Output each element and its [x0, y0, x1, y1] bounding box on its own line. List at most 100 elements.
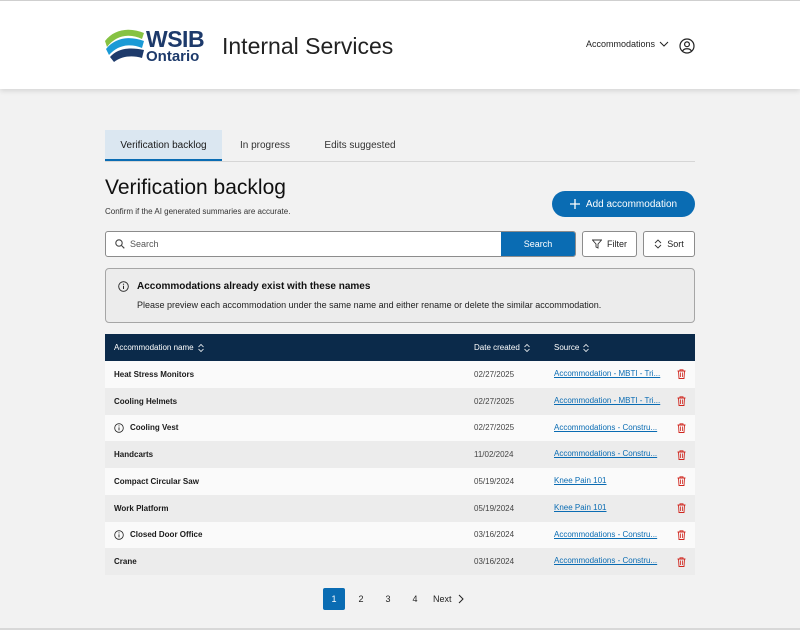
trash-icon: [677, 423, 686, 433]
accommodation-name-text: Crane: [114, 557, 137, 567]
chevron-down-icon: [659, 41, 669, 47]
sort-icon: [583, 343, 590, 352]
delete-button[interactable]: [677, 468, 686, 495]
delete-button[interactable]: [677, 415, 686, 442]
column-header-name[interactable]: Accommodation name: [114, 334, 204, 361]
trash-icon: [677, 476, 686, 487]
plus-icon: [569, 199, 580, 209]
accommodation-name-text: Handcarts: [114, 450, 154, 460]
accommodation-name: Closed Door Office: [114, 522, 202, 549]
filter-button[interactable]: Filter: [582, 231, 637, 257]
delete-button[interactable]: [677, 522, 686, 549]
sort-button[interactable]: Sort: [643, 231, 695, 257]
trash-icon: [677, 449, 686, 460]
app-title: Internal Services: [222, 33, 394, 59]
date-created: 03/16/2024: [474, 530, 515, 540]
next-page-label: Next: [433, 594, 452, 604]
tab-in-progress[interactable]: In progress: [229, 130, 301, 161]
accommodation-name-text: Closed Door Office: [130, 530, 203, 540]
date-created: 05/19/2024: [474, 476, 515, 486]
accommodation-name: Work Platform: [114, 495, 169, 522]
logo-text-ontario: Ontario: [146, 48, 200, 65]
user-account-icon[interactable]: [679, 38, 695, 54]
search-icon: [115, 239, 125, 249]
source-link[interactable]: Accommodation - MBTI - Tri...: [554, 388, 662, 415]
wsib-logo[interactable]: WSIB Ontario: [104, 27, 208, 67]
accommodation-name-text: Cooling Vest: [130, 423, 179, 433]
table-row[interactable]: Cooling Helmets 02/27/2025 Accommodation -…: [105, 387, 695, 415]
source-link[interactable]: Accommodations - Constru...: [554, 522, 662, 549]
accommodation-name-text: Work Platform: [114, 503, 169, 513]
accommodations-menu-label: Accommodations: [586, 39, 656, 49]
trash-icon: [677, 369, 686, 380]
tab-verification-backlog[interactable]: Verification backlog: [105, 130, 222, 161]
tab-edits-suggested[interactable]: Edits suggested: [317, 130, 403, 161]
column-header-date[interactable]: Date created: [474, 334, 530, 361]
accommodation-name: Cooling Helmets: [114, 388, 177, 415]
column-header-source-label: Source: [554, 343, 580, 352]
alert-body: Please preview each accommodation under …: [137, 300, 602, 310]
delete-button[interactable]: [677, 388, 686, 415]
page-title: Verification backlog: [105, 176, 286, 199]
trash-icon: [677, 530, 686, 540]
pagination: 1 2 3 4 Next: [323, 588, 464, 610]
source-link[interactable]: Knee Pain 101: [554, 468, 662, 495]
page-subtitle: Confirm if the AI generated summaries ar…: [105, 207, 291, 216]
delete-button[interactable]: [677, 548, 686, 575]
table-row[interactable]: Closed Door Office 03/16/2024 Accommodatio…: [105, 521, 695, 549]
table-row[interactable]: Work Platform 05/19/2024 Knee Pain 101: [105, 494, 695, 522]
column-header-date-label: Date created: [474, 343, 520, 352]
add-accommodation-label: Add accommodation: [585, 198, 678, 210]
filter-icon: [592, 239, 602, 249]
column-header-name-label: Accommodation name: [114, 343, 194, 352]
accommodations-menu[interactable]: Accommodations: [586, 39, 669, 49]
info-icon: [118, 281, 129, 292]
alert-title: Accommodations already exist with these …: [137, 281, 371, 292]
delete-button[interactable]: [677, 441, 686, 468]
table-row[interactable]: Heat Stress Monitors 02/27/2025 Accommodat…: [105, 361, 695, 388]
table-row[interactable]: Cooling Vest 02/27/2025 Accommodations - C…: [105, 414, 695, 442]
top-header: WSIB Ontario Internal Services Accommoda…: [0, 0, 800, 89]
accommodation-name: Handcarts: [114, 441, 153, 468]
table-body: Heat Stress Monitors 02/27/2025 Accommodat…: [105, 361, 695, 575]
page-3-button[interactable]: 3: [377, 588, 399, 610]
date-created: 03/16/2024: [474, 557, 515, 567]
chevron-right-icon: [458, 594, 464, 604]
search-button[interactable]: Search: [501, 232, 575, 256]
date-created: 02/27/2025: [474, 369, 515, 379]
trash-icon: [677, 396, 686, 407]
info-icon: [114, 530, 124, 540]
accommodation-name-text: Cooling Helmets: [114, 396, 178, 406]
duplicate-warning-alert: Accommodations already exist with these …: [105, 268, 695, 323]
column-header-source[interactable]: Source: [554, 334, 590, 361]
next-page-button[interactable]: Next: [433, 594, 464, 604]
search-bar: Search: [105, 231, 576, 257]
delete-button[interactable]: [677, 495, 686, 522]
page-1-button[interactable]: 1: [323, 588, 345, 610]
trash-icon: [677, 503, 686, 514]
source-link[interactable]: Accommodation - MBTI - Tri...: [554, 361, 662, 388]
accommodation-name-text: Compact Circular Saw: [114, 476, 199, 486]
table-row[interactable]: Crane 03/16/2024 Accommodations - Constru.…: [105, 548, 695, 575]
source-link[interactable]: Knee Pain 101: [554, 495, 662, 522]
delete-button[interactable]: [677, 361, 686, 388]
trash-icon: [677, 556, 686, 567]
sort-icon: [654, 239, 662, 249]
add-accommodation-button[interactable]: Add accommodation: [552, 191, 695, 217]
table-row[interactable]: Compact Circular Saw 05/19/2024 Knee Pain …: [105, 468, 695, 495]
source-link[interactable]: Accommodations - Constru...: [554, 415, 662, 442]
page-2-button[interactable]: 2: [350, 588, 372, 610]
sort-icon: [197, 343, 204, 352]
search-input[interactable]: [130, 232, 500, 256]
accommodations-table: Accommodation name Date created Source H…: [105, 334, 695, 575]
source-link[interactable]: Accommodations - Constru...: [554, 548, 662, 575]
tab-bar: Verification backlog In progress Edits s…: [105, 130, 695, 162]
table-header: Accommodation name Date created Source: [105, 334, 695, 361]
source-link[interactable]: Accommodations - Constru...: [554, 441, 662, 468]
accommodation-name: Compact Circular Saw: [114, 468, 199, 495]
accommodation-name: Cooling Vest: [114, 415, 178, 442]
table-row[interactable]: Handcarts 11/02/2024 Accommodations - Cons…: [105, 441, 695, 468]
page-4-button[interactable]: 4: [404, 588, 426, 610]
info-icon: [114, 423, 124, 433]
sort-icon: [524, 343, 530, 352]
